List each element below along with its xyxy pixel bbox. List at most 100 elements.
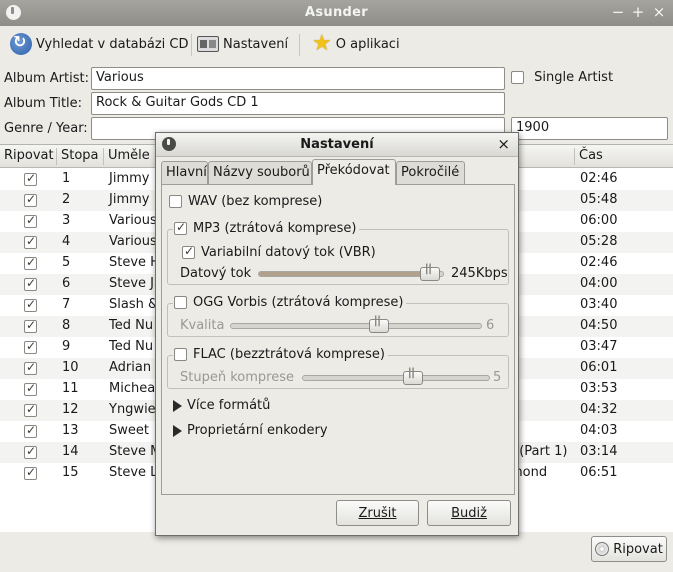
track-artist[interactable]: Various	[109, 213, 157, 228]
column-track[interactable]: Stopa	[61, 148, 99, 163]
tab-advanced[interactable]: Pokročilé	[396, 161, 465, 184]
column-time[interactable]: Čas	[579, 148, 603, 163]
track-artist[interactable]: Various	[109, 234, 157, 249]
bitrate-slider[interactable]	[258, 265, 444, 281]
album-artist-input[interactable]: Various	[91, 67, 505, 90]
single-artist-checkbox[interactable]: Single Artist	[511, 70, 613, 85]
album-artist-label: Album Artist:	[4, 71, 89, 86]
track-artist[interactable]: Ted Nu	[109, 339, 153, 354]
dialog-title: Nastavení	[300, 137, 374, 152]
about-button[interactable]: ★ O aplikaci	[312, 31, 400, 57]
track-artist[interactable]: Jimmy	[109, 171, 149, 186]
rip-button[interactable]: Ripovat	[591, 536, 667, 562]
rip-track-checkbox[interactable]	[24, 465, 37, 480]
compression-slider-fill	[303, 376, 413, 380]
rip-track-checkbox[interactable]	[24, 297, 37, 312]
rip-track-checkbox[interactable]	[24, 402, 37, 417]
rip-track-checkbox[interactable]	[24, 255, 37, 270]
track-artist[interactable]: Ted Nu	[109, 318, 153, 333]
track-number: 12	[62, 402, 79, 417]
vbr-check[interactable]	[182, 244, 195, 259]
track-time: 06:00	[580, 213, 618, 228]
track-artist[interactable]: Sweet	[109, 423, 149, 438]
track-number: 15	[62, 465, 79, 480]
album-title-label: Album Title:	[4, 96, 83, 111]
track-number: 3	[62, 213, 71, 228]
album-title-input[interactable]: Rock & Guitar Gods CD 1	[91, 92, 505, 115]
tab-filenames[interactable]: Názvy souborů	[208, 161, 312, 184]
track-number: 6	[62, 276, 71, 291]
compression-label: Stupeň komprese	[180, 370, 294, 385]
quality-slider[interactable]	[230, 317, 482, 333]
track-time: 03:53	[580, 381, 618, 396]
mp3-checkbox[interactable]: MP3 (ztrátová komprese)	[173, 220, 360, 236]
column-separator	[56, 148, 57, 165]
vbr-checkbox[interactable]: Variabilní datový tok (VBR)	[181, 244, 379, 260]
track-artist[interactable]: Michea	[109, 381, 155, 396]
column-rip[interactable]: Ripovat	[4, 148, 54, 163]
compression-value: 5	[493, 370, 502, 385]
track-time: 04:32	[580, 402, 618, 417]
flac-checkbox[interactable]: FLAC (bezztrátová komprese)	[173, 347, 388, 362]
rip-track-checkbox[interactable]	[24, 444, 37, 459]
rip-track-checkbox[interactable]	[24, 192, 37, 207]
track-artist[interactable]: Steve J	[109, 276, 154, 291]
minimize-icon[interactable]: −	[609, 3, 627, 21]
proprietary-encoders-expander[interactable]: Proprietární enkodery	[173, 423, 328, 438]
track-artist[interactable]: Steve H	[109, 255, 160, 270]
mp3-label: MP3 (ztrátová komprese)	[193, 221, 357, 236]
rip-track-checkbox[interactable]	[24, 276, 37, 291]
track-number: 11	[62, 381, 79, 396]
maximize-icon[interactable]: +	[629, 3, 647, 21]
ogg-checkbox[interactable]: OGG Vorbis (ztrátová komprese)	[173, 295, 407, 310]
year-input[interactable]: 1900	[511, 117, 668, 140]
quality-label: Kvalita	[180, 318, 225, 333]
rip-track-checkbox[interactable]	[24, 339, 37, 354]
ok-button[interactable]: Budiž	[427, 500, 511, 526]
preferences-dialog: Nastavení × Hlavní Názvy souborů Překódo…	[155, 132, 519, 536]
more-formats-expander[interactable]: Více formátů	[173, 398, 270, 413]
star-icon: ★	[312, 31, 332, 56]
toolbar: Vyhledat v databázi CD Nastavení ★ O apl…	[0, 26, 673, 62]
track-artist[interactable]: Jimmy	[109, 192, 149, 207]
cddb-lookup-button[interactable]: Vyhledat v databázi CD	[10, 31, 189, 57]
compression-slider[interactable]	[302, 369, 490, 385]
window-title: Asunder	[305, 5, 368, 20]
track-number: 9	[62, 339, 71, 354]
rip-track-checkbox[interactable]	[24, 171, 37, 186]
quality-slider-handle[interactable]	[369, 317, 389, 333]
ogg-check[interactable]	[174, 296, 187, 309]
rip-track-checkbox[interactable]	[24, 318, 37, 333]
encode-panel: WAV (bez komprese) MP3 (ztrátová kompres…	[161, 184, 515, 495]
tab-encode[interactable]: Překódovat	[312, 159, 396, 185]
column-separator	[103, 148, 104, 165]
tab-general[interactable]: Hlavní	[161, 161, 208, 184]
rip-track-checkbox[interactable]	[24, 381, 37, 396]
rip-track-checkbox[interactable]	[24, 360, 37, 375]
track-artist[interactable]: Yngwie	[109, 402, 156, 417]
mp3-check[interactable]	[174, 220, 187, 235]
compression-slider-handle[interactable]	[403, 369, 423, 385]
track-artist[interactable]: Slash &	[109, 297, 158, 312]
toolbar-separator	[299, 34, 300, 56]
preferences-icon	[197, 36, 219, 52]
track-time: 02:46	[580, 255, 618, 270]
cancel-button[interactable]: Zrušit	[336, 500, 419, 526]
bitrate-slider-handle[interactable]	[420, 265, 440, 281]
dialog-close-icon[interactable]: ×	[497, 135, 510, 153]
flac-label: FLAC (bezztrátová komprese)	[193, 347, 385, 362]
single-artist-check[interactable]	[511, 71, 524, 84]
flac-check[interactable]	[174, 348, 187, 361]
track-artist[interactable]: Steve L	[109, 465, 157, 480]
track-artist[interactable]: Adrian	[109, 360, 151, 375]
wav-check[interactable]	[169, 195, 182, 208]
rip-track-checkbox[interactable]	[24, 213, 37, 228]
wav-checkbox[interactable]: WAV (bez komprese)	[168, 194, 326, 209]
track-artist[interactable]: Steve M	[109, 444, 161, 459]
vbr-label: Variabilní datový tok (VBR)	[201, 245, 376, 260]
close-icon[interactable]: ×	[650, 3, 668, 21]
rip-track-checkbox[interactable]	[24, 423, 37, 438]
preferences-button[interactable]: Nastavení	[197, 31, 288, 57]
column-artist[interactable]: Uměle	[108, 148, 150, 163]
rip-track-checkbox[interactable]	[24, 234, 37, 249]
